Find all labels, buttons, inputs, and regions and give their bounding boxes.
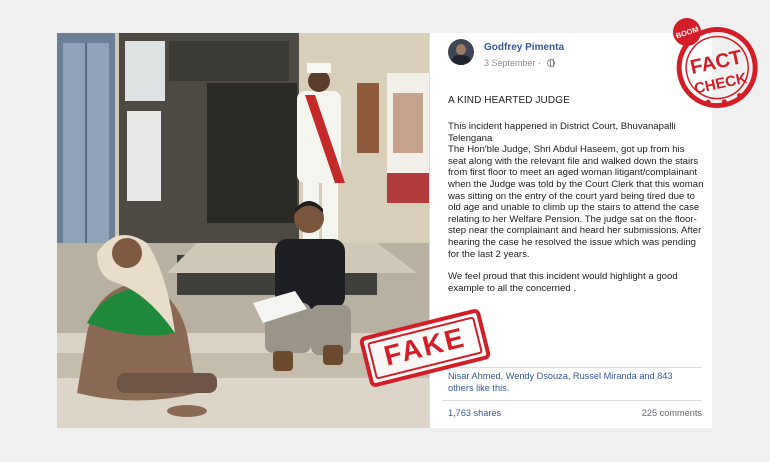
fact-check-stamp-graphic: FACT CHECK BOOM [673, 18, 758, 109]
post-closing-text: We feel proud that this incident would h… [448, 271, 678, 294]
avatar-face [456, 44, 466, 55]
post-body: This incident happened in District Court… [448, 121, 704, 294]
divider [442, 400, 702, 401]
date-separator: · [535, 58, 544, 68]
shares-count[interactable]: 1,763 shares [448, 408, 501, 418]
avatar-shirt [451, 55, 471, 65]
fact-check-badge: FACT CHECK BOOM [665, 12, 765, 114]
divider [442, 367, 702, 368]
author-name[interactable]: Godfrey Pimenta [484, 42, 564, 53]
post-header: Godfrey Pimenta 3 September · [448, 39, 698, 75]
post-date-text: 3 September [484, 58, 536, 68]
author-avatar[interactable] [448, 39, 474, 65]
globe-icon [546, 59, 555, 67]
post-body-text: This incident happened in District Court… [448, 121, 704, 260]
comments-count[interactable]: 225 comments [642, 408, 702, 418]
likes-summary[interactable]: Nisar Ahmed, Wendy Dsouza, Russel Mirand… [448, 371, 698, 394]
post-timestamp[interactable]: 3 September · [484, 58, 555, 68]
post-title: A KIND HEARTED JUDGE [448, 95, 570, 106]
